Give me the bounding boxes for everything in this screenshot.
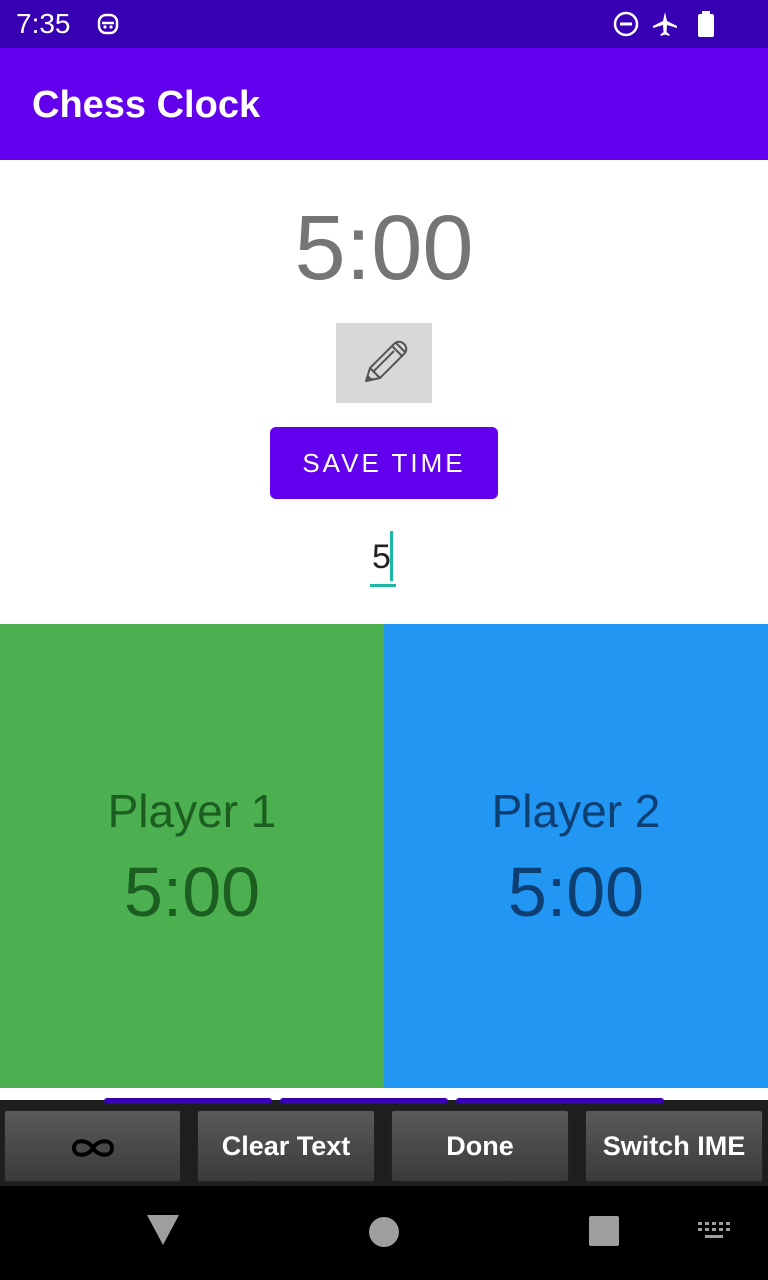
home-icon[interactable]: [368, 1216, 400, 1253]
player-2-panel[interactable]: Player 2 5:00: [384, 624, 768, 1088]
recents-icon[interactable]: [589, 1216, 619, 1251]
infinity-icon: [68, 1135, 118, 1161]
keyboard-icon[interactable]: [696, 1220, 732, 1247]
pencil-icon: [356, 335, 412, 396]
battery-icon: [692, 10, 720, 38]
player-1-panel[interactable]: Player 1 5:00: [0, 624, 384, 1088]
player-2-time: 5:00: [507, 853, 645, 931]
input-underline: [370, 584, 396, 587]
hidden-button-edge: [104, 1098, 272, 1104]
done-button[interactable]: Done: [391, 1110, 569, 1182]
player-1-time: 5:00: [123, 853, 261, 931]
text-cursor: [390, 531, 393, 581]
switch-ime-button[interactable]: Switch IME: [585, 1110, 763, 1182]
clear-text-button[interactable]: Clear Text: [197, 1110, 375, 1182]
robot-icon: [94, 10, 122, 38]
hidden-button-edge: [280, 1098, 448, 1104]
save-time-button[interactable]: SAVE TIME: [270, 427, 498, 499]
hidden-button-edge: [456, 1098, 664, 1104]
infinity-button[interactable]: [4, 1110, 181, 1182]
airplane-icon: [651, 10, 679, 38]
status-time: 7:35: [16, 8, 71, 39]
main-time-display: 5:00: [294, 197, 474, 299]
back-icon[interactable]: [146, 1214, 180, 1251]
app-title: Chess Clock: [32, 84, 261, 126]
do-not-disturb-icon: [612, 10, 640, 38]
edit-time-button[interactable]: [336, 323, 432, 403]
player-2-label: Player 2: [491, 785, 661, 837]
player-1-label: Player 1: [107, 785, 277, 837]
time-input-value: 5: [372, 538, 391, 576]
